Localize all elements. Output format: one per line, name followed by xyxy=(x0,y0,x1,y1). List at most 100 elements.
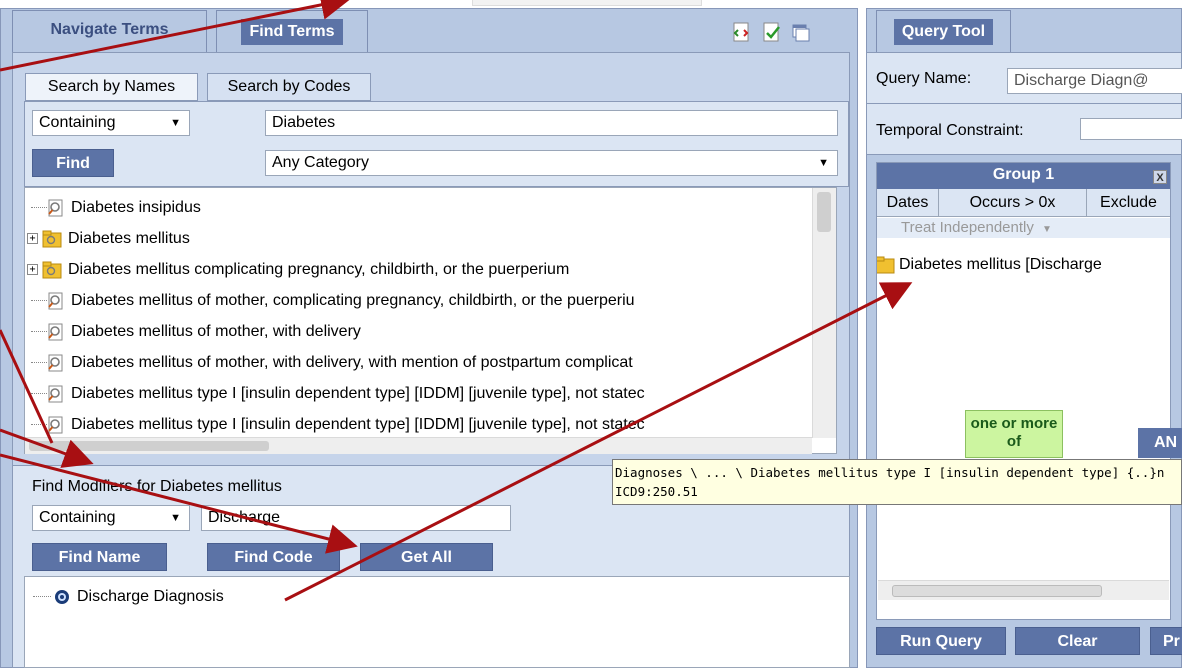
modifier-result-label: Discharge Diagnosis xyxy=(77,587,224,605)
tab-find-terms-label: Find Terms xyxy=(241,19,343,45)
tooltip: Diagnoses \ ... \ Diabetes mellitus type… xyxy=(612,459,1182,505)
exclude-button[interactable]: Exclude xyxy=(1087,189,1170,217)
group-1-title: Group 1 xyxy=(992,166,1055,183)
modifier-search-value: Discharge xyxy=(208,509,281,526)
modifier-icon xyxy=(55,589,69,604)
treat-independently-label: Treat Independently xyxy=(901,219,1034,236)
check-doc-icon[interactable] xyxy=(762,22,782,42)
group-1-scrollbar-h[interactable] xyxy=(878,580,1169,600)
find-code-button[interactable]: Find Code xyxy=(207,543,340,571)
occurs-button[interactable]: Occurs > 0x xyxy=(939,189,1087,217)
tree-row-label: Diabetes mellitus of mother, complicatin… xyxy=(71,291,635,309)
subtab-search-by-names[interactable]: Search by Names xyxy=(25,73,198,101)
tab-query-tool-label: Query Tool xyxy=(893,19,994,45)
query-name-input[interactable]: Discharge Diagn@ xyxy=(1007,68,1182,94)
tooltip-line-2: ICD9:250.51 xyxy=(615,484,698,499)
tree-connector xyxy=(31,207,47,208)
group-1-close-icon[interactable]: X xyxy=(1153,170,1167,184)
modifier-mode-select[interactable]: Containing ▼ xyxy=(32,505,190,531)
group-1-item-label: Diabetes mellitus [Discharge xyxy=(899,256,1102,273)
tree-row-label: Diabetes mellitus complicating pregnancy… xyxy=(68,260,570,278)
tree-row[interactable]: Diabetes mellitus of mother, complicatin… xyxy=(25,285,635,316)
find-button[interactable]: Find xyxy=(32,149,114,177)
clear-button[interactable]: Clear xyxy=(1015,627,1140,655)
term-icon xyxy=(48,416,63,433)
tree-connector xyxy=(31,331,47,332)
tab-navigate-terms[interactable]: Navigate Terms xyxy=(12,10,207,52)
results-scrollbar-v[interactable] xyxy=(812,188,836,438)
search-input-value: Diabetes xyxy=(272,114,336,131)
query-divider xyxy=(866,103,1182,104)
modifier-search-input[interactable]: Discharge xyxy=(201,505,511,531)
folder-icon xyxy=(877,256,895,274)
tree-connector xyxy=(31,424,47,425)
scroll-thumb[interactable] xyxy=(29,441,269,451)
chevron-down-icon: ▼ xyxy=(170,117,181,129)
tree-row[interactable]: Diabetes insipidus xyxy=(25,192,201,223)
list-item[interactable]: Discharge Diagnosis xyxy=(25,581,224,612)
tree-row[interactable]: + Diabetes mellitus xyxy=(25,223,190,254)
treat-independently-select[interactable]: Treat Independently ▼ xyxy=(877,218,1170,238)
top-input-stub xyxy=(472,0,702,6)
tree-row-label: Diabetes mellitus type I [insulin depend… xyxy=(71,415,645,433)
group-1-cols: Dates Occurs > 0x Exclude xyxy=(877,189,1170,217)
term-icon xyxy=(48,385,63,402)
tree-row[interactable]: + Diabetes mellitus complicating pregnanc… xyxy=(25,254,569,285)
get-all-button[interactable]: Get All xyxy=(360,543,493,571)
expand-icon[interactable]: + xyxy=(27,264,38,275)
tooltip-line-1: Diagnoses \ ... \ Diabetes mellitus type… xyxy=(615,465,1165,480)
temporal-constraint-label: Temporal Constraint: xyxy=(876,122,1024,139)
expand-icon[interactable]: + xyxy=(27,233,38,244)
chevron-down-icon: ▼ xyxy=(1042,224,1052,235)
code-view-icon[interactable] xyxy=(732,22,752,42)
term-icon xyxy=(48,292,63,309)
tree-row-label: Diabetes mellitus of mother, with delive… xyxy=(71,322,361,340)
category-select[interactable]: Any Category ▼ xyxy=(265,150,838,176)
folder-icon xyxy=(42,261,62,278)
results-tree: Diabetes insipidus + Diabetes mellitus + Dia… xyxy=(24,187,837,454)
modifiers-title: Find Modifiers for Diabetes mellitus xyxy=(32,478,282,495)
find-name-button[interactable]: Find Name xyxy=(32,543,167,571)
term-icon xyxy=(48,199,63,216)
tree-row-label: Diabetes mellitus xyxy=(68,229,190,247)
tab-query-tool[interactable]: Query Tool xyxy=(876,10,1011,52)
tree-row[interactable]: Diabetes mellitus of mother, with delive… xyxy=(25,316,361,347)
term-icon xyxy=(48,354,63,371)
subtab-search-by-codes[interactable]: Search by Codes xyxy=(207,73,371,101)
search-input[interactable]: Diabetes xyxy=(265,110,838,136)
tree-row-label: Diabetes insipidus xyxy=(71,198,201,216)
toolbar-icons xyxy=(732,22,822,42)
chevron-down-icon: ▼ xyxy=(818,157,829,169)
query-name-label: Query Name: xyxy=(876,70,972,87)
and-label: AN xyxy=(1154,434,1178,451)
tree-row[interactable]: Diabetes mellitus type I [insulin depend… xyxy=(25,378,645,409)
run-query-button[interactable]: Run Query xyxy=(876,627,1006,655)
and-badge: AN xyxy=(1138,428,1182,458)
top-strip xyxy=(0,0,860,8)
dates-button[interactable]: Dates xyxy=(877,189,939,217)
tree-row[interactable]: Diabetes mellitus type I [insulin depend… xyxy=(25,409,645,440)
group-1-item[interactable]: Diabetes mellitus [Discharge xyxy=(877,252,1177,278)
tree-connector xyxy=(31,300,47,301)
tree-connector xyxy=(31,393,47,394)
category-value: Any Category xyxy=(272,154,369,171)
window-icon[interactable] xyxy=(790,22,810,42)
temporal-constraint-select[interactable] xyxy=(1080,118,1182,140)
one-or-more-label: one or more of xyxy=(970,415,1058,450)
tab-find-terms[interactable]: Find Terms xyxy=(216,10,368,52)
one-or-more-badge: one or more of xyxy=(965,410,1063,458)
tree-row[interactable]: Diabetes mellitus of mother, with delive… xyxy=(25,347,633,378)
modifier-results: Discharge Diagnosis xyxy=(24,576,850,668)
scroll-thumb[interactable] xyxy=(817,192,831,232)
tree-row-label: Diabetes mellitus of mother, with delive… xyxy=(71,353,633,371)
tree-connector xyxy=(33,596,51,597)
search-mode-value: Containing xyxy=(39,114,116,131)
tree-connector xyxy=(31,362,47,363)
modifier-mode-value: Containing xyxy=(39,509,116,526)
search-mode-select[interactable]: Containing ▼ xyxy=(32,110,190,136)
query-name-value: Discharge Diagn@ xyxy=(1014,72,1149,89)
results-scrollbar-h[interactable] xyxy=(25,437,812,454)
print-button[interactable]: Pr xyxy=(1150,627,1182,655)
scroll-thumb[interactable] xyxy=(892,585,1102,597)
chevron-down-icon: ▼ xyxy=(170,512,181,524)
